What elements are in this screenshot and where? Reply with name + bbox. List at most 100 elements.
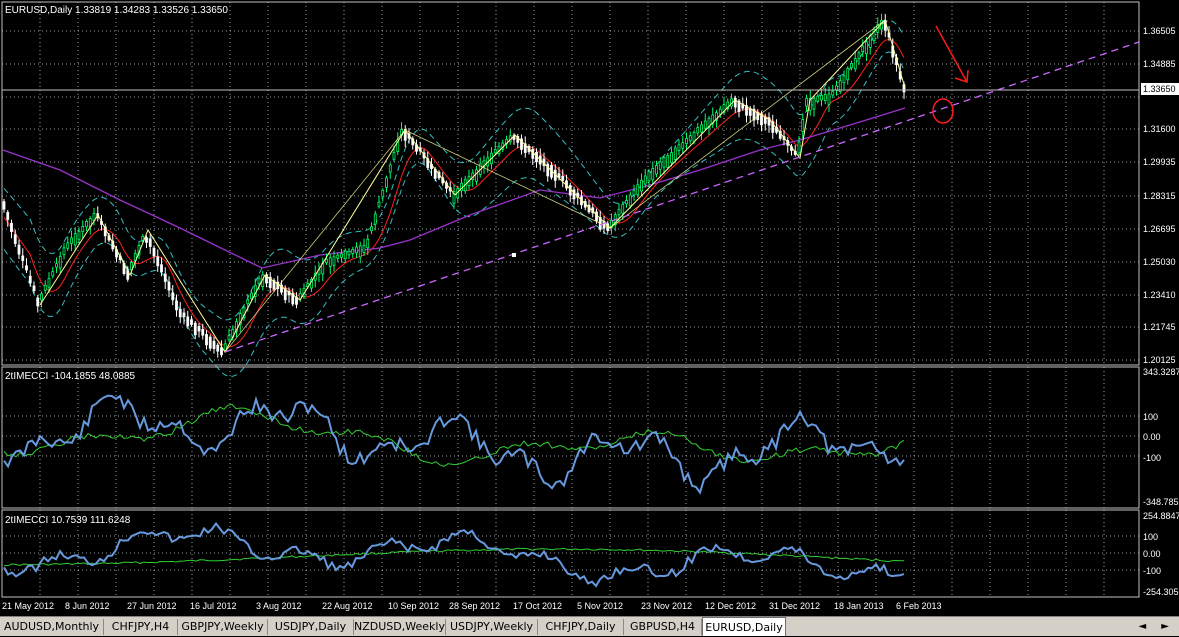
candle-body bbox=[182, 312, 186, 317]
candle-body bbox=[531, 149, 535, 159]
candle-body bbox=[40, 293, 43, 301]
candle-body bbox=[670, 152, 673, 164]
candle-body bbox=[152, 247, 156, 257]
price-axis-label: 1.26695 bbox=[1143, 224, 1176, 234]
chart-tab-bar: ◄ ► AUDUSD,Monthly CHFJPY,H4 GBPJPY,Weekly… bbox=[0, 616, 1179, 636]
candle-body bbox=[812, 97, 816, 110]
date-axis-label: 12 Dec 2012 bbox=[705, 601, 756, 611]
cci-signal-line bbox=[3, 403, 905, 467]
price-axis-label: 1.20125 bbox=[1143, 355, 1176, 365]
candle-body bbox=[692, 132, 696, 142]
date-axis-label: 21 May 2012 bbox=[2, 601, 54, 611]
candle-body bbox=[25, 265, 28, 271]
date-axis-label: 16 Jul 2012 bbox=[190, 601, 237, 611]
candle-body bbox=[55, 263, 58, 268]
candle-body bbox=[160, 264, 163, 273]
tab-scroll-arrows[interactable]: ◄ ► bbox=[1138, 619, 1175, 635]
candle-body bbox=[658, 161, 662, 170]
candle-body bbox=[77, 230, 81, 240]
candle-body bbox=[475, 169, 478, 182]
tab-usdjpy-daily[interactable]: USDJPY,Daily bbox=[268, 619, 354, 635]
date-axis-label: 23 Nov 2012 bbox=[641, 601, 692, 611]
candle-body bbox=[681, 142, 685, 149]
candle-body bbox=[621, 203, 625, 214]
cci-indicator-1-plot bbox=[3, 394, 905, 495]
candle-body bbox=[212, 340, 216, 349]
candle-body bbox=[700, 124, 703, 133]
candle-body bbox=[865, 41, 868, 54]
indicator2-axis-label: 254.8847 bbox=[1143, 511, 1179, 521]
trendline bbox=[224, 41, 1140, 353]
candle-body bbox=[392, 152, 396, 160]
candle-body bbox=[647, 171, 651, 182]
candle-body bbox=[685, 137, 688, 144]
price-axis-label: 1.31600 bbox=[1143, 124, 1176, 134]
candle-body bbox=[190, 319, 193, 325]
candle-body bbox=[178, 308, 182, 318]
candle-body bbox=[201, 329, 205, 336]
candle-body bbox=[250, 292, 253, 299]
candle-body bbox=[141, 236, 145, 241]
candle-body bbox=[868, 35, 872, 48]
date-axis-label: 27 Jun 2012 bbox=[127, 601, 177, 611]
candle-body bbox=[366, 238, 370, 249]
lower-band bbox=[3, 51, 905, 377]
candle-body bbox=[625, 200, 628, 205]
candle-body bbox=[362, 244, 366, 253]
indicator1-axis-label: -348.785 bbox=[1143, 497, 1179, 507]
indicator1-header: 2tIMECCI -104.1855 48.0885 bbox=[5, 371, 136, 382]
date-axis-label: 5 Nov 2012 bbox=[577, 601, 623, 611]
candle-body bbox=[820, 95, 823, 101]
candle-body bbox=[36, 297, 40, 307]
candle-body bbox=[6, 212, 10, 220]
indicator1-axis-label: -100 bbox=[1143, 453, 1161, 463]
current-price-label: 1.33650 bbox=[1143, 84, 1176, 94]
candle-body bbox=[186, 316, 190, 327]
candle-body bbox=[801, 119, 805, 132]
candle-body bbox=[643, 175, 647, 185]
tab-nzdusd-weekly[interactable]: NZDUSD,Weekly bbox=[354, 619, 446, 635]
price-axis-label: 1.23410 bbox=[1143, 290, 1176, 300]
candle-body bbox=[853, 58, 857, 70]
tab-gbpusd-h4[interactable]: GBPUSD,H4 bbox=[624, 619, 702, 635]
tab-gbpjpy-weekly[interactable]: GBPJPY,Weekly bbox=[178, 619, 268, 635]
tab-chfjpy-daily[interactable]: CHFJPY,Daily bbox=[538, 619, 624, 635]
candle-body bbox=[227, 335, 231, 341]
indicator1-axis-label: 343.3287 bbox=[1143, 367, 1179, 377]
candle-body bbox=[328, 257, 332, 267]
candle-body bbox=[831, 90, 835, 96]
date-axis-label: 8 Jun 2012 bbox=[65, 601, 110, 611]
candle-body bbox=[70, 237, 73, 244]
candle-body bbox=[167, 281, 171, 291]
candlesticks bbox=[2, 13, 906, 358]
tab-audusd-monthly[interactable]: AUDUSD,Monthly bbox=[0, 619, 104, 635]
price-chart[interactable]: 1.36505 1.34885 1.31600 1.29935 1.28315 1.266… bbox=[0, 0, 1179, 616]
candle-body bbox=[171, 292, 175, 301]
candle-body bbox=[205, 333, 208, 346]
candle-body bbox=[651, 168, 655, 181]
candle-body bbox=[861, 45, 865, 52]
candle-body bbox=[62, 247, 66, 256]
tab-chfjpy-h4[interactable]: CHFJPY,H4 bbox=[104, 619, 178, 635]
candle-body bbox=[655, 165, 658, 175]
candle-body bbox=[51, 271, 55, 277]
candle-body bbox=[148, 239, 152, 247]
candle-body bbox=[632, 190, 636, 196]
candle-body bbox=[28, 275, 32, 284]
candle-body bbox=[175, 300, 178, 311]
candle-body bbox=[208, 336, 212, 349]
candle-body bbox=[381, 189, 385, 198]
candle-body bbox=[823, 94, 827, 101]
scale-labels: 1.36505 1.34885 1.31600 1.29935 1.28315 1.266… bbox=[2, 26, 1179, 611]
candle-body bbox=[377, 201, 381, 207]
tab-usdjpy-weekly[interactable]: USDJPY,Weekly bbox=[446, 619, 538, 635]
candle-body bbox=[66, 242, 70, 249]
indicator2-axis-label: 0.00 bbox=[1143, 549, 1161, 559]
tab-eurusd-daily[interactable]: EURUSD,Daily bbox=[702, 617, 786, 636]
date-axis-label: 6 Feb 2013 bbox=[896, 601, 942, 611]
candle-body bbox=[805, 97, 808, 107]
candle-body bbox=[246, 299, 250, 305]
candle-body bbox=[572, 189, 576, 200]
candle-body bbox=[325, 258, 328, 263]
date-axis-label: 10 Sep 2012 bbox=[388, 601, 439, 611]
